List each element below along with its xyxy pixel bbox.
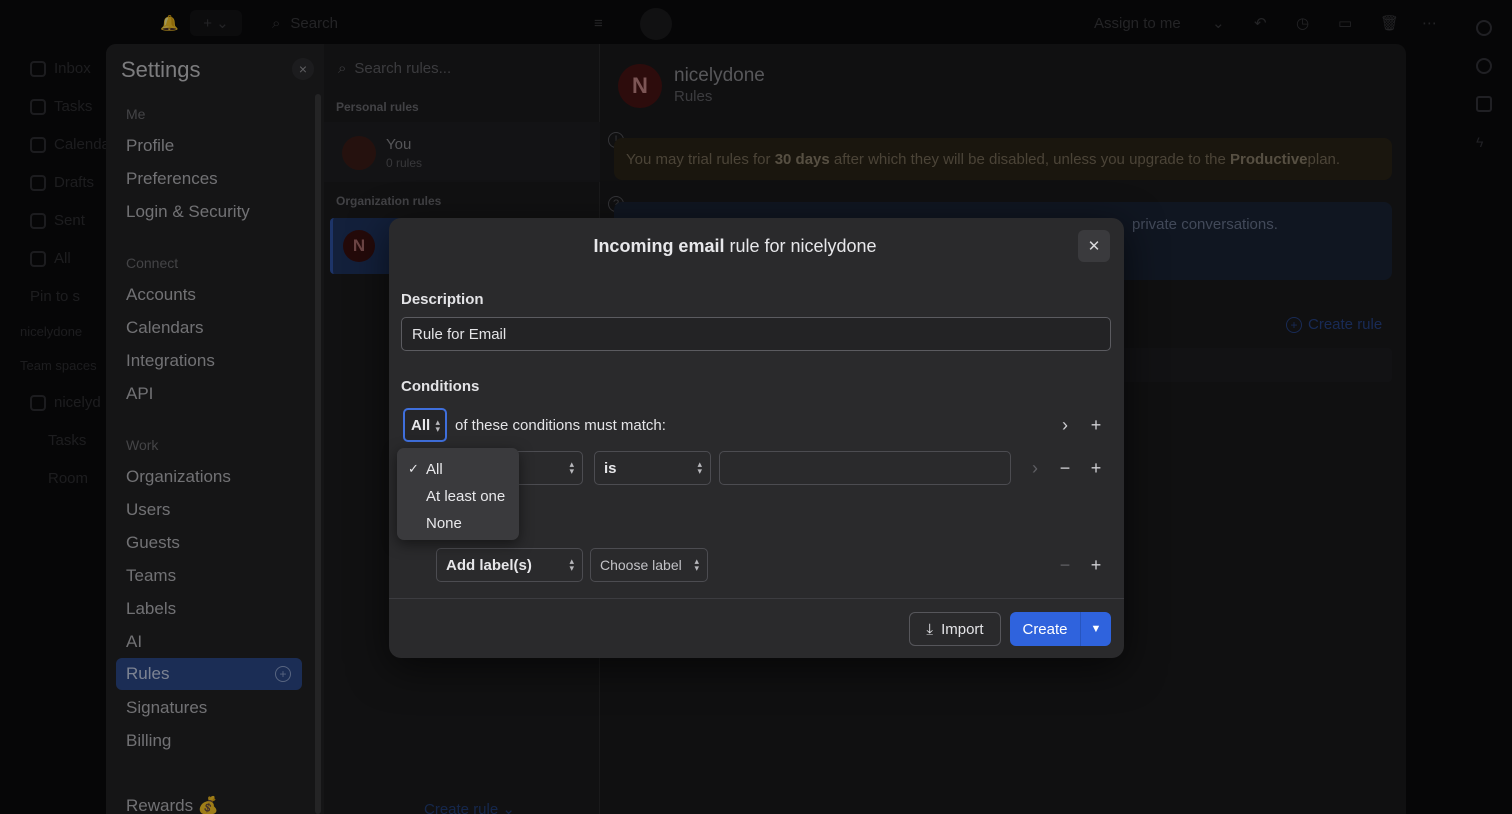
modal-footer-divider (389, 598, 1124, 599)
check-icon: ✓ (408, 461, 419, 476)
dropdown-option-at-least-one[interactable]: At least one (397, 483, 519, 510)
modal-close-button[interactable]: ✕ (1078, 230, 1110, 262)
app-root: 🔔 + ⌄ ⌕ Search ≡ Assign to me ⌄ ↶ ◷ ▭ 🗑 … (0, 0, 1512, 814)
add-action-button[interactable]: + (1086, 555, 1106, 575)
match-description: of these conditions must match: (455, 417, 666, 434)
modal-title: Incoming email rule for nicelydone (593, 236, 877, 256)
condition-value-input[interactable] (719, 451, 1011, 485)
description-label: Description (401, 291, 484, 308)
chevron-down-icon[interactable]: ▼ (1081, 623, 1111, 635)
create-button-label: Create (1022, 620, 1068, 638)
condition-field-select[interactable]: ▴ ▾ (509, 451, 583, 485)
select-arrows-icon: ▴ ▾ (694, 556, 699, 573)
remove-condition-button[interactable]: − (1055, 458, 1075, 478)
import-button[interactable]: ⤓ Import (909, 612, 1001, 646)
remove-action-button[interactable]: − (1055, 555, 1075, 575)
incoming-email-rule-modal: Incoming email rule for nicelydone ✕ Des… (389, 218, 1124, 658)
dropdown-option-none[interactable]: None (397, 510, 519, 537)
chevron-right-icon[interactable]: › (1055, 415, 1075, 435)
description-input[interactable] (401, 317, 1111, 351)
chevron-right-icon[interactable]: › (1025, 458, 1045, 478)
select-arrows-icon: ▴ ▾ (435, 417, 440, 434)
download-icon: ⤓ (926, 620, 934, 638)
add-condition-button[interactable]: + (1086, 415, 1106, 435)
add-condition-button[interactable]: + (1086, 458, 1106, 478)
action-select[interactable]: Add label(s) ▴ ▾ (436, 548, 583, 582)
choose-label-select[interactable]: Choose label ▴ ▾ (590, 548, 708, 582)
select-arrows-icon: ▴ ▾ (569, 556, 574, 573)
match-mode-dropdown: ✓ All At least one None (397, 448, 519, 540)
conditions-label: Conditions (401, 378, 480, 395)
select-arrows-icon: ▴ ▾ (697, 459, 702, 476)
match-mode-select[interactable]: All ▴ ▾ (403, 408, 447, 442)
condition-operator-select[interactable]: is ▴ ▾ (594, 451, 711, 485)
create-button[interactable]: Create ▼ (1010, 612, 1111, 646)
close-icon: ✕ (1087, 238, 1101, 255)
select-arrows-icon: ▴ ▾ (569, 459, 574, 476)
dropdown-option-all[interactable]: ✓ All (397, 456, 519, 483)
